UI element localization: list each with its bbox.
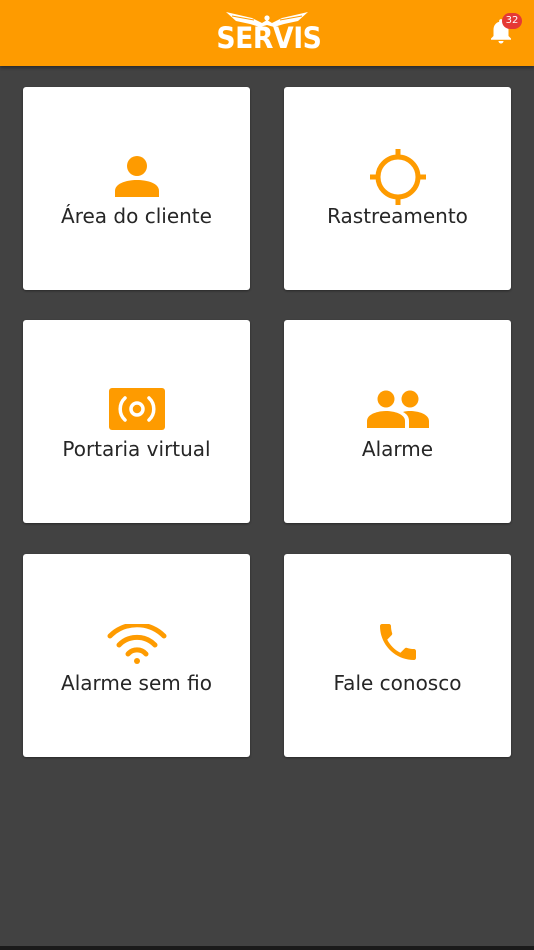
menu-card-label: Alarme: [361, 437, 434, 461]
menu-card-rastreamento[interactable]: Rastreamento: [284, 87, 511, 290]
menu-card-alarme-sem-fio[interactable]: Alarme sem fio: [23, 554, 250, 757]
servis-logo: SERVIS: [212, 6, 322, 60]
menu-card-portaria-virtual[interactable]: Portaria virtual: [23, 320, 250, 523]
menu-card-alarme[interactable]: Alarme: [284, 320, 511, 523]
menu-card-fale-conosco[interactable]: Fale conosco: [284, 554, 511, 757]
system-nav-strip: [0, 946, 534, 950]
menu-card-label: Alarme sem fio: [61, 671, 212, 695]
menu-card-label: Rastreamento: [327, 204, 468, 228]
menu-card-label: Fale conosco: [333, 671, 462, 695]
app-bar: SERVIS 32: [0, 0, 534, 66]
phone-icon: [379, 624, 416, 660]
menu-card-label: Portaria virtual: [62, 437, 211, 461]
person-icon: [114, 156, 159, 197]
wifi-icon: [107, 624, 166, 664]
people-icon: [366, 390, 429, 428]
crosshair-icon: [369, 149, 426, 205]
menu-card-area-do-cliente[interactable]: Área do cliente: [23, 87, 250, 290]
logo-wordmark: SERVIS: [216, 21, 322, 55]
notification-badge: 32: [502, 13, 522, 29]
intercom-icon: [108, 388, 165, 430]
menu-card-label: Área do cliente: [61, 204, 212, 228]
